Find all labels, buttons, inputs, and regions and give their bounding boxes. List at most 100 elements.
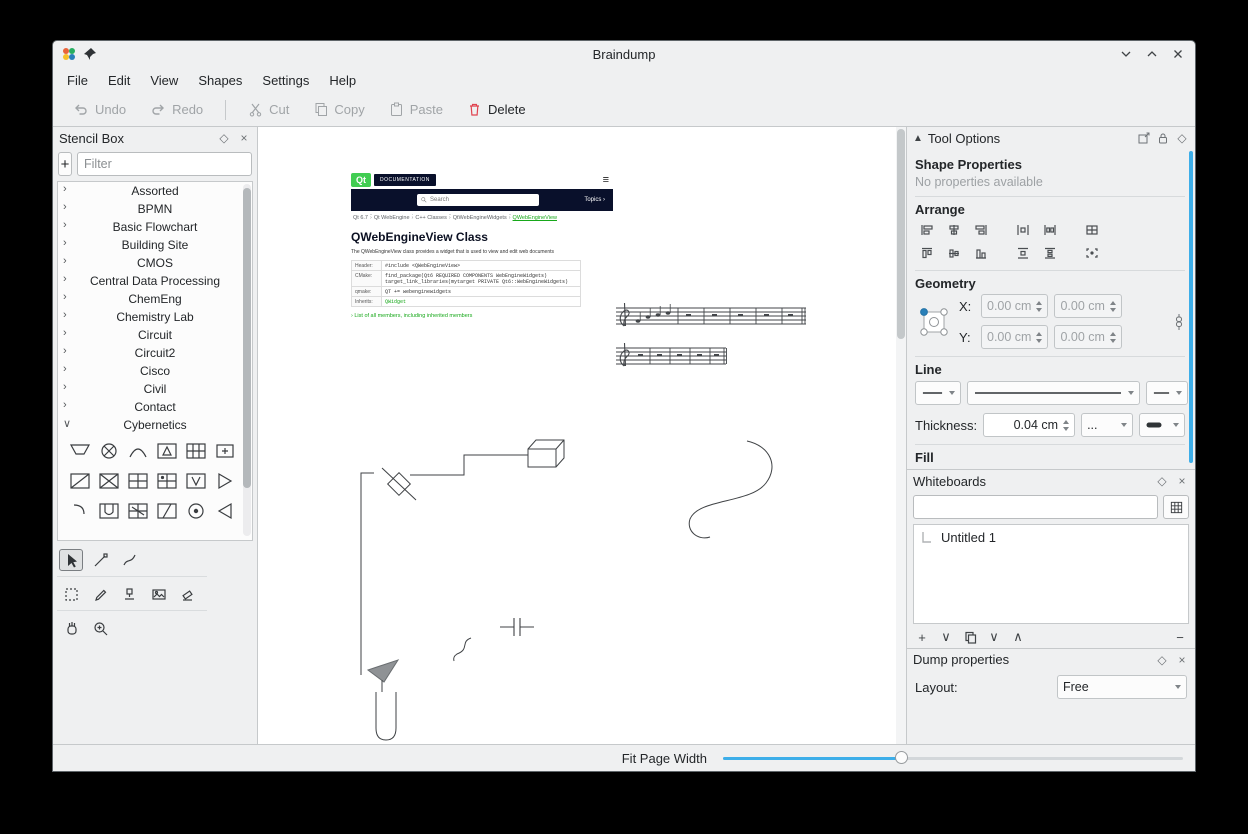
float-docker-icon[interactable]: ◇ [1155, 474, 1169, 488]
x-position-spinbox[interactable]: 0.00 cm [981, 294, 1048, 318]
stencil-shape-circle-x-icon[interactable] [95, 440, 122, 462]
menu-help[interactable]: Help [319, 70, 366, 91]
group-icon[interactable] [1080, 220, 1104, 240]
line-tool-button[interactable] [88, 549, 112, 571]
delete-button[interactable]: Delete [457, 98, 536, 121]
align-hcenter-icon[interactable] [942, 220, 966, 240]
eraser-tool-button[interactable] [175, 583, 199, 605]
category-basic-flowchart[interactable]: ›Basic Flowchart [58, 218, 252, 236]
tool-options-scrollbar[interactable] [1189, 151, 1193, 463]
stroke-style-combobox[interactable]: ... [1081, 413, 1133, 437]
menu-view[interactable]: View [140, 70, 188, 91]
category-chemeng[interactable]: ›ChemEng [58, 290, 252, 308]
canvas-object-diamond-shape[interactable] [382, 468, 416, 500]
width-spinbox[interactable]: 0.00 cm [1054, 294, 1121, 318]
duplicate-whiteboard-button[interactable] [963, 631, 977, 644]
cut-button[interactable]: Cut [238, 98, 299, 121]
canvas-object-squiggle[interactable] [454, 638, 471, 661]
select-tool-button[interactable] [59, 549, 83, 571]
titlebar[interactable]: Braindump [53, 41, 1195, 67]
close-docker-icon[interactable]: × [1175, 653, 1189, 667]
whiteboard-name-input[interactable] [913, 495, 1158, 519]
float-docker-icon[interactable]: ◇ [217, 131, 231, 145]
stencil-shape-box-v-icon[interactable] [182, 470, 209, 492]
menu-settings[interactable]: Settings [252, 70, 319, 91]
category-bpmn[interactable]: ›BPMN [58, 200, 252, 218]
category-assorted[interactable]: ›Assorted [58, 182, 252, 200]
align-bottom-icon[interactable] [969, 243, 993, 263]
image-tool-button[interactable] [146, 583, 170, 605]
stencil-shape-triangle-left-icon[interactable] [211, 500, 238, 522]
thickness-spinbox[interactable]: 0.04 cm [983, 413, 1075, 437]
stamp-tool-button[interactable] [117, 583, 141, 605]
line-end-marker-combobox[interactable] [1146, 381, 1188, 405]
close-docker-icon[interactable]: × [1175, 474, 1189, 488]
float-docker-icon[interactable]: ◇ [1155, 653, 1169, 667]
stencil-shape-box-u-icon[interactable] [95, 500, 122, 522]
category-cmos[interactable]: ›CMOS [58, 254, 252, 272]
canvas-object-music-staff-2[interactable] [616, 343, 727, 366]
float-docker-icon[interactable]: ◇ [1175, 131, 1189, 145]
menu-edit[interactable]: Edit [98, 70, 140, 91]
undo-button[interactable]: Undo [63, 98, 136, 122]
canvas-object-capacitor[interactable] [500, 618, 534, 636]
category-central-data-processing[interactable]: ›Central Data Processing [58, 272, 252, 290]
stencil-shape-box-slash-icon[interactable] [153, 500, 180, 522]
stencil-shape-box-cross-icon[interactable] [95, 470, 122, 492]
menu-shapes[interactable]: Shapes [188, 70, 252, 91]
canvas-object-polyline[interactable] [361, 473, 374, 675]
category-contact[interactable]: ›Contact [58, 398, 252, 416]
calligraphy-tool-button[interactable] [117, 549, 141, 571]
paste-button[interactable]: Paste [379, 98, 453, 121]
stencil-filter-input[interactable] [77, 152, 252, 176]
add-stencil-button[interactable]: + [58, 152, 72, 176]
zoom-slider-handle[interactable] [895, 751, 908, 764]
spread-v-icon[interactable] [1038, 243, 1062, 263]
category-cisco[interactable]: ›Cisco [58, 362, 252, 380]
zoom-tool-button[interactable] [88, 617, 112, 639]
category-cybernetics[interactable]: ∨Cybernetics [58, 416, 252, 434]
maximize-button[interactable] [1143, 45, 1161, 63]
category-circuit2[interactable]: ›Circuit2 [58, 344, 252, 362]
stencil-shape-box-dot-icon[interactable] [153, 470, 180, 492]
stencil-list-scrollbar[interactable] [243, 184, 251, 536]
category-chemistry-lab[interactable]: ›Chemistry Lab [58, 308, 252, 326]
distribute-h-icon[interactable] [1011, 220, 1035, 240]
canvas-object-arrow-tube[interactable] [368, 660, 398, 740]
remove-whiteboard-button[interactable]: − [1173, 630, 1187, 645]
align-right-icon[interactable] [969, 220, 993, 240]
pin-icon[interactable] [83, 47, 97, 61]
stencil-shape-triangle-right-icon[interactable] [211, 470, 238, 492]
minimize-button[interactable] [1117, 45, 1135, 63]
redo-button[interactable]: Redo [140, 98, 213, 122]
add-whiteboard-button[interactable]: + [915, 630, 929, 645]
distribute-v-icon[interactable] [1011, 243, 1035, 263]
category-civil[interactable]: ›Civil [58, 380, 252, 398]
category-building-site[interactable]: ›Building Site [58, 236, 252, 254]
canvas-object-music-staff-1[interactable] [616, 303, 806, 326]
canvas-object-s-curve[interactable] [689, 441, 772, 538]
y-position-spinbox[interactable]: 0.00 cm [981, 325, 1048, 349]
move-up-button[interactable]: ∧ [1011, 629, 1025, 645]
move-down-button[interactable]: ∨ [987, 629, 1001, 645]
stencil-shape-hook-icon[interactable] [66, 500, 93, 522]
stencil-shape-box-plus-icon[interactable] [211, 440, 238, 462]
snap-corners-icon[interactable] [1080, 243, 1104, 263]
whiteboard-template-button[interactable] [1163, 495, 1189, 519]
pattern-tool-button[interactable] [59, 583, 83, 605]
keep-ratio-chain-icon[interactable] [1173, 313, 1185, 331]
stencil-shape-box-grid-icon[interactable] [182, 440, 209, 462]
stencil-shape-box-cross2-icon[interactable] [124, 500, 151, 522]
detach-icon[interactable] [1137, 131, 1151, 145]
collapse-icon[interactable]: ▲ [913, 133, 923, 144]
stencil-shape-box-diagonal-icon[interactable] [66, 470, 93, 492]
category-circuit[interactable]: ›Circuit [58, 326, 252, 344]
height-spinbox[interactable]: 0.00 cm [1054, 325, 1121, 349]
canvas-object-connector-line[interactable] [410, 455, 528, 475]
align-left-icon[interactable] [915, 220, 939, 240]
layout-combobox[interactable]: Free [1057, 675, 1187, 699]
add-whiteboard-menu-icon[interactable]: ∨ [939, 629, 953, 645]
position-anchor-widget[interactable] [915, 303, 953, 341]
align-top-icon[interactable] [915, 243, 939, 263]
menu-file[interactable]: File [57, 70, 98, 91]
